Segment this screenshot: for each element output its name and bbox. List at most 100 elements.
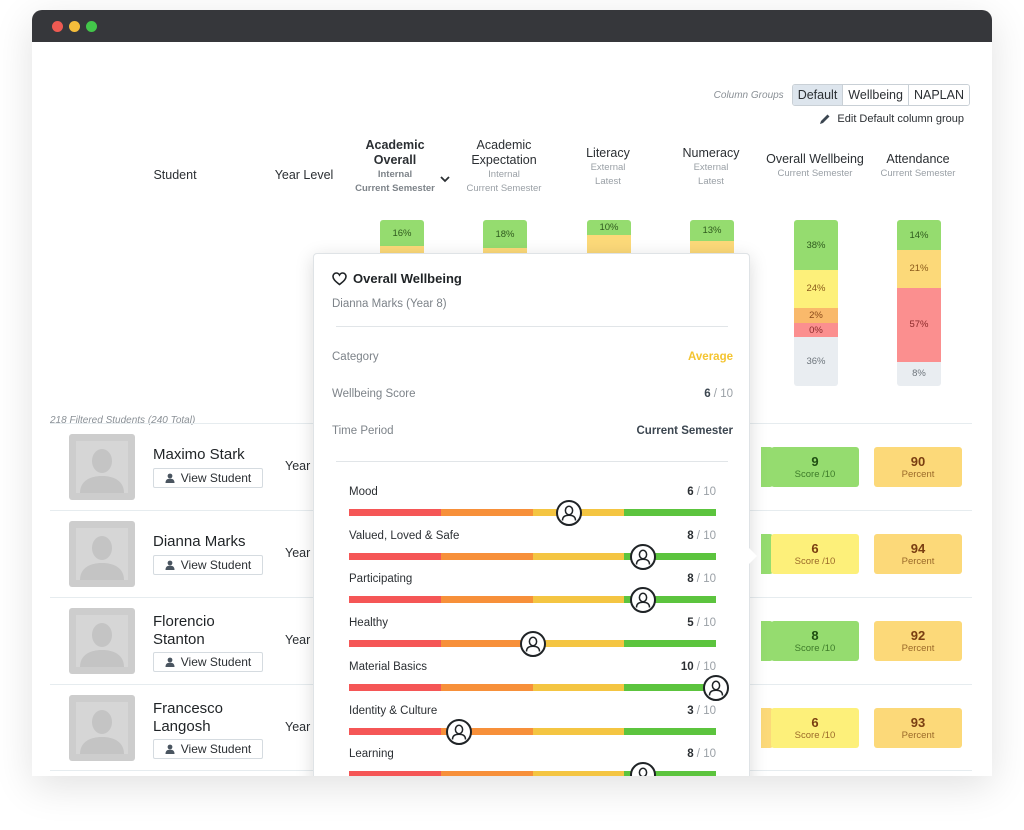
header-year-level[interactable]: Year Level: [264, 168, 344, 183]
student-marker-knob[interactable]: [629, 543, 656, 570]
student-name[interactable]: Francesco Langosh: [153, 700, 243, 736]
year-level: Year: [285, 720, 311, 734]
wellbeing-score-cell[interactable]: 6 Score /10: [771, 534, 859, 574]
overall-wellbeing-distribution-bar[interactable]: 38% 24% 2% 0% 36%: [794, 220, 838, 386]
scale-segment: [532, 552, 625, 560]
category-row: Category Average: [332, 351, 733, 363]
attendance-distribution-bar[interactable]: 14% 21% 57% 8%: [897, 220, 941, 386]
wellbeing-metric: Identity & Culture 3 / 10: [349, 705, 716, 749]
view-student-button[interactable]: View Student: [153, 652, 263, 672]
browser-window: Column Groups Default Wellbeing NAPLAN E…: [32, 10, 992, 776]
metric-score: 10 / 10: [680, 660, 716, 673]
person-silhouette-icon: [80, 536, 124, 580]
distribution-segment: 2%: [794, 307, 838, 324]
attendance-cell[interactable]: 94 Percent: [874, 534, 962, 574]
scale-segment: [532, 771, 625, 776]
scale-segment: [624, 640, 716, 648]
metric-scale-track: [349, 552, 716, 560]
metric-name: Material Basics: [349, 660, 427, 673]
student-marker-knob[interactable]: [629, 587, 656, 614]
divider: [336, 326, 728, 327]
person-outline-icon: [525, 636, 540, 652]
metric-scale-track: [349, 727, 716, 735]
scale-segment: [624, 509, 716, 516]
wellbeing-score-cell[interactable]: 9 Score /10: [771, 447, 859, 487]
scale-segment: [440, 640, 533, 648]
scale-segment: [532, 640, 625, 648]
student-marker-knob[interactable]: [629, 762, 656, 776]
person-outline-icon: [708, 680, 724, 696]
header-academic-expectation[interactable]: Academic Expectation Internal Current Se…: [456, 138, 552, 196]
time-period-value: Current Semester: [636, 425, 733, 437]
student-marker-knob[interactable]: [556, 500, 583, 526]
metric-name: Valued, Loved & Safe: [349, 529, 460, 542]
minimize-window-button[interactable]: [69, 21, 80, 32]
student-marker-knob[interactable]: [446, 718, 473, 745]
close-window-button[interactable]: [52, 21, 63, 32]
student-name[interactable]: Dianna Marks: [153, 533, 293, 551]
distribution-segment: 18%: [483, 220, 527, 248]
wellbeing-metric: Valued, Loved & Safe 8 / 10: [349, 530, 716, 574]
header-overall-wellbeing[interactable]: Overall Wellbeing Current Semester: [760, 152, 870, 181]
edit-column-group-link[interactable]: Edit Default column group: [819, 113, 964, 125]
column-group-default[interactable]: Default: [792, 85, 844, 105]
column-group-wellbeing[interactable]: Wellbeing: [843, 85, 909, 105]
scale-segment: [532, 727, 625, 735]
metric-name: Healthy: [349, 617, 388, 630]
attendance-cell[interactable]: 93 Percent: [874, 708, 962, 748]
header-literacy[interactable]: Literacy External Latest: [568, 146, 648, 189]
distribution-segment: 21%: [897, 250, 941, 288]
scale-segment: [532, 683, 625, 691]
year-level: Year: [285, 633, 311, 647]
student-name[interactable]: Florencio Stanton: [153, 613, 243, 649]
distribution-segment: 14%: [897, 220, 941, 251]
scale-segment: [440, 552, 533, 560]
metric-name: Mood: [349, 486, 378, 498]
view-student-button[interactable]: View Student: [153, 468, 263, 488]
scale-segment: [440, 596, 533, 604]
scale-segment: [440, 509, 533, 516]
distribution-segment: 10%: [587, 220, 631, 235]
year-level: Year: [285, 459, 311, 473]
distribution-segment: 36%: [794, 337, 838, 386]
wellbeing-popover: Overall Wellbeing Dianna Marks (Year 8) …: [313, 253, 750, 776]
divider: [336, 461, 728, 462]
pencil-icon: [820, 114, 830, 124]
scale-segment: [440, 683, 533, 691]
avatar: [69, 695, 135, 761]
view-student-button[interactable]: View Student: [153, 555, 263, 575]
student-marker-knob[interactable]: [703, 674, 729, 701]
person-outline-icon: [561, 505, 577, 521]
time-period-row: Time Period Current Semester: [332, 425, 733, 437]
metric-name: Identity & Culture: [349, 704, 438, 717]
student-name[interactable]: Maximo Stark: [153, 446, 293, 464]
header-academic-overall[interactable]: Academic Overall Internal Current Semest…: [345, 138, 445, 196]
distribution-segment: 16%: [380, 220, 424, 246]
wellbeing-metric: Material Basics 10 / 10: [349, 660, 729, 705]
header-student[interactable]: Student: [132, 168, 218, 183]
chevron-down-icon[interactable]: [440, 175, 450, 183]
person-silhouette-icon: [80, 710, 124, 754]
distribution-segment: 8%: [897, 361, 941, 386]
metric-score: 8 / 10: [687, 748, 716, 761]
attendance-cell[interactable]: 90 Percent: [874, 447, 962, 487]
metric-score: 8 / 10: [687, 529, 716, 542]
wellbeing-metric: Participating 8 / 10: [349, 573, 716, 617]
column-group-naplan[interactable]: NAPLAN: [908, 85, 969, 105]
header-numeracy[interactable]: Numeracy External Latest: [671, 146, 751, 189]
metric-scale-track: [349, 771, 716, 776]
student-marker-knob[interactable]: [519, 631, 546, 658]
distribution-segment: 38%: [794, 220, 838, 271]
scale-segment: [349, 640, 441, 648]
view-student-button[interactable]: View Student: [153, 739, 263, 759]
scale-segment: [440, 771, 533, 776]
maximize-window-button[interactable]: [86, 21, 97, 32]
wellbeing-score-cell[interactable]: 6 Score /10: [771, 708, 859, 748]
scale-segment: [532, 596, 625, 604]
wellbeing-score-cell[interactable]: 8 Score /10: [771, 621, 859, 661]
metric-name: Learning: [349, 748, 394, 761]
attendance-cell[interactable]: 92 Percent: [874, 621, 962, 661]
scale-segment: [349, 509, 441, 516]
category-value: Average: [688, 351, 733, 363]
header-attendance[interactable]: Attendance Current Semester: [868, 152, 968, 181]
